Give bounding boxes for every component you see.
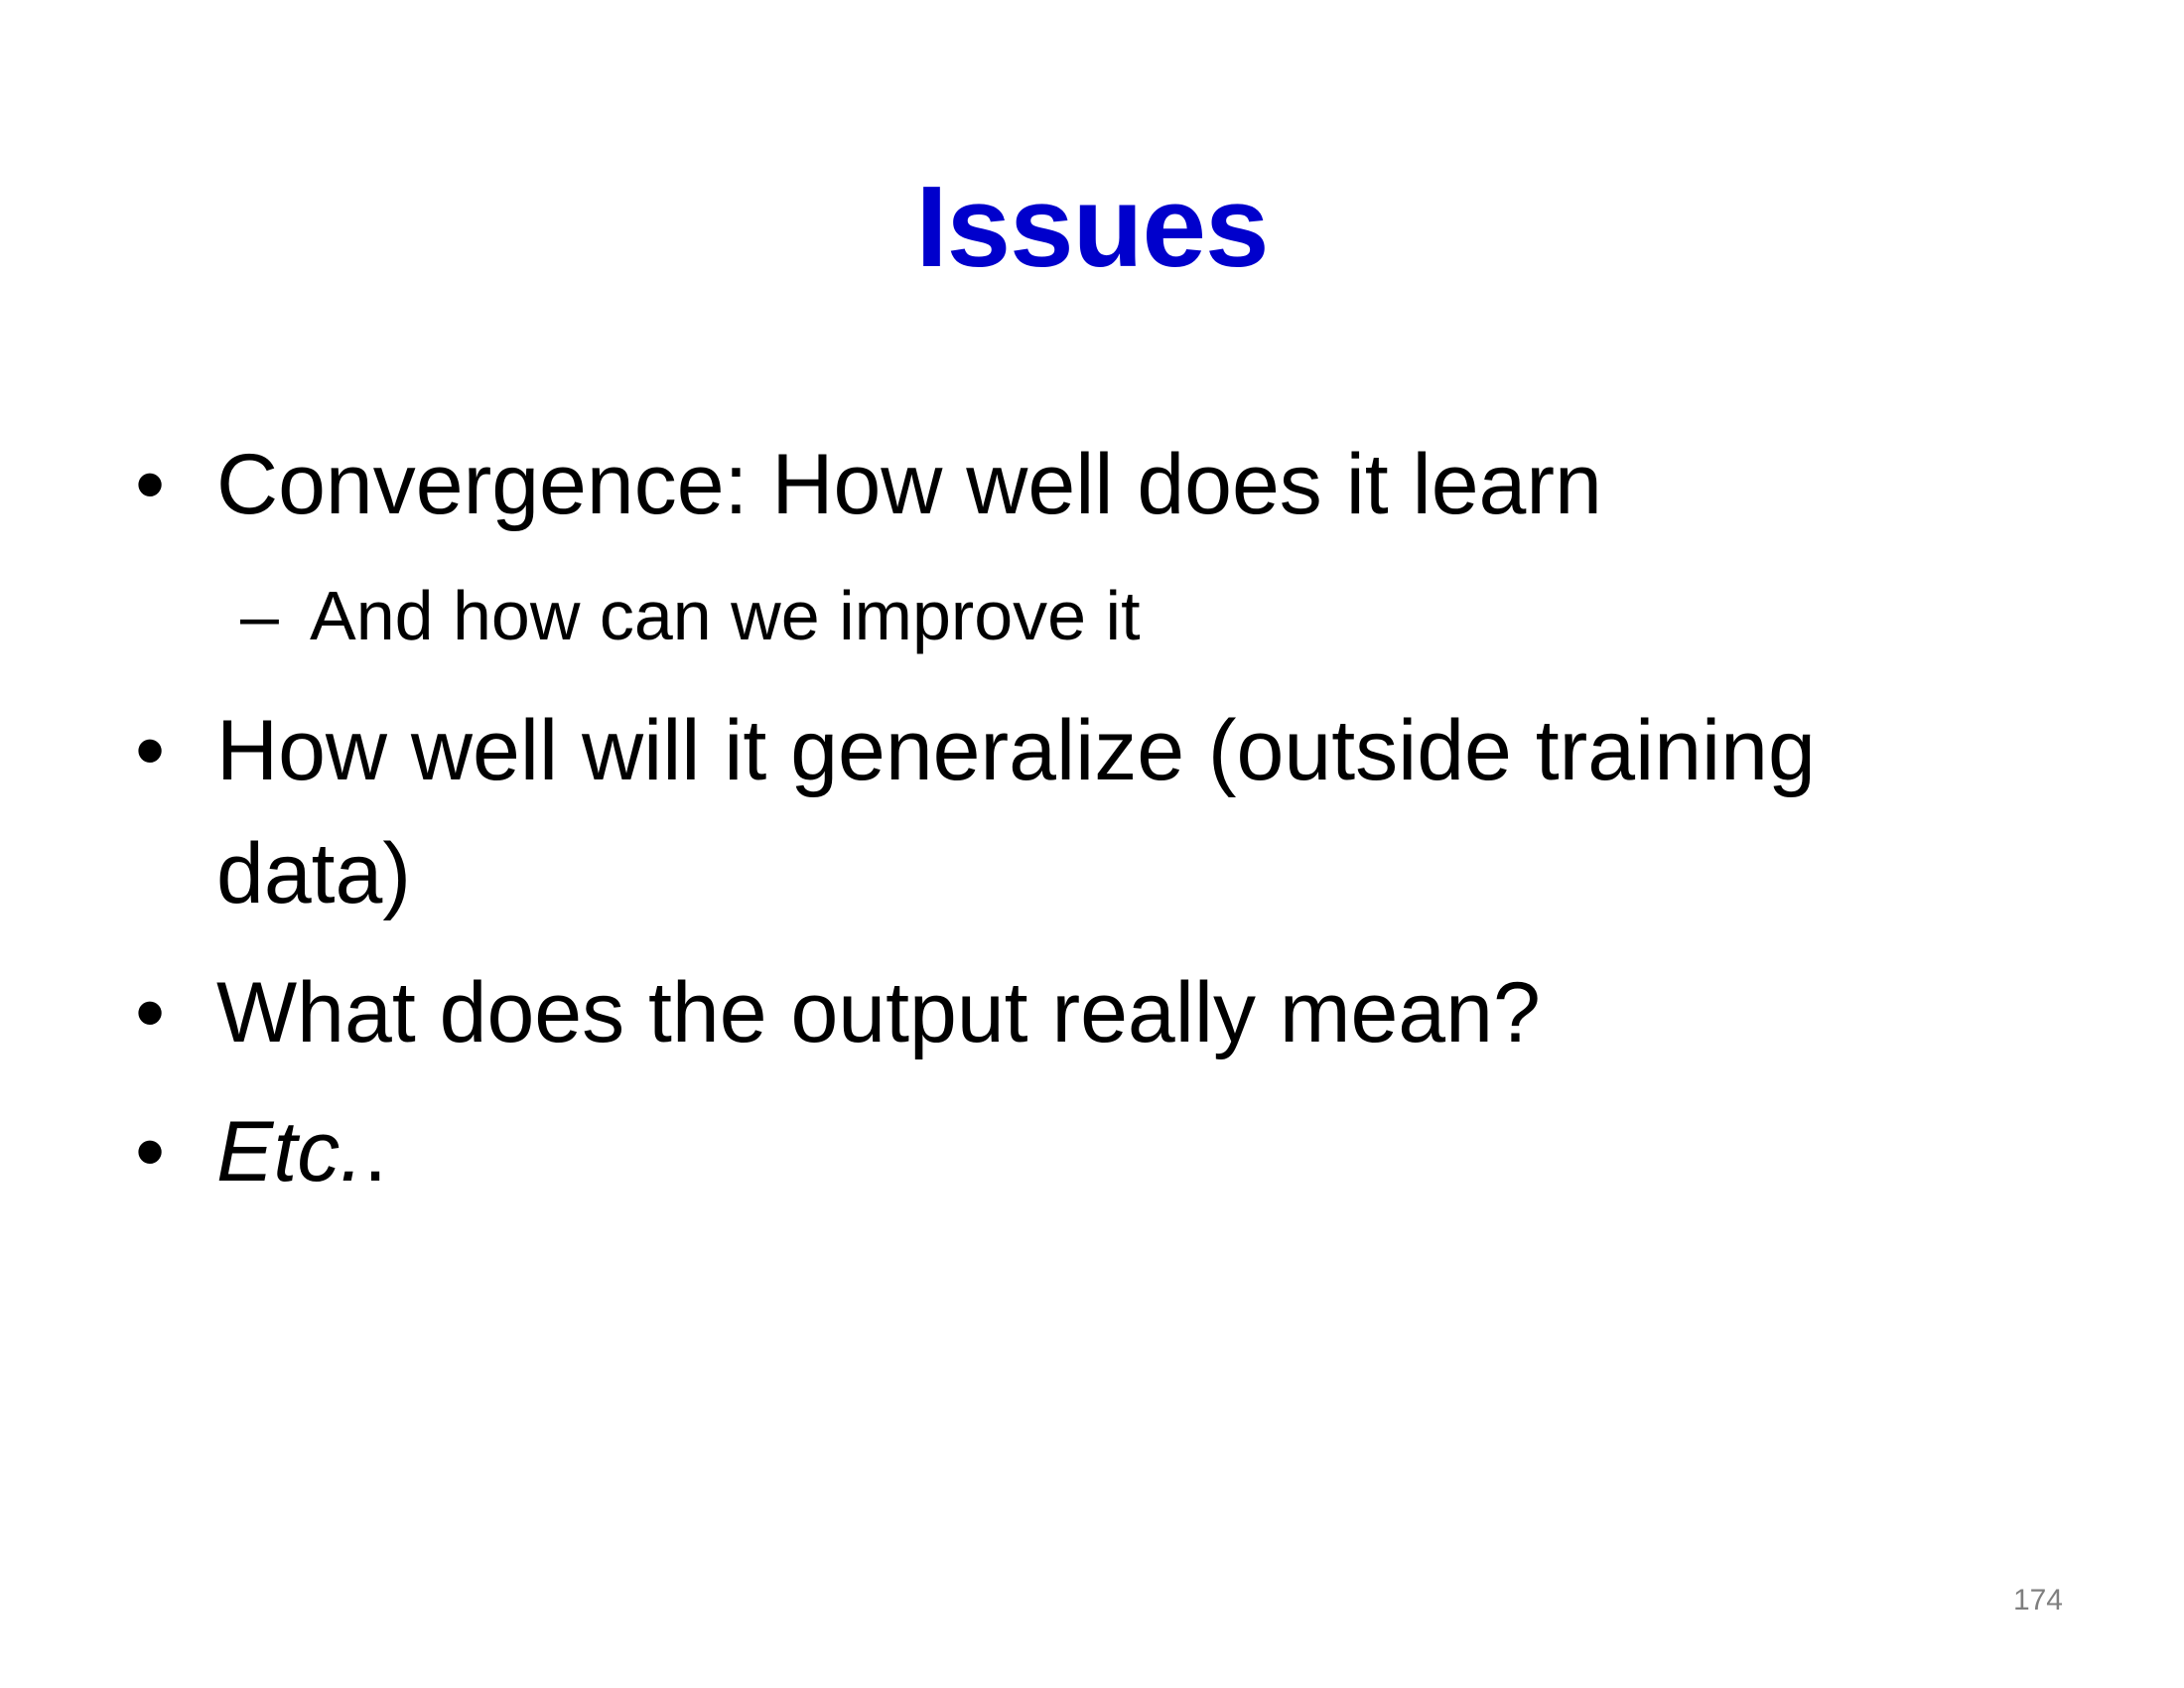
bullet-text: Convergence: How well does it learn (216, 437, 1602, 532)
bullet-text-line-2: data) (216, 826, 412, 921)
bullet-text-suffix: . (363, 1104, 388, 1199)
bullet-marker: • (135, 965, 166, 1060)
page-number: 174 (2012, 1584, 2063, 1617)
slide: Issues • Convergence: How well does it l… (0, 0, 2184, 1688)
bullet-text-italic: Etc. (216, 1104, 364, 1199)
bullet-marker: • (135, 1104, 166, 1199)
bullet-text-line-1: How well will it generalize (outside tra… (216, 703, 1816, 798)
bullet-text: What does the output really mean? (216, 965, 1541, 1060)
slide-title: Issues (915, 162, 1269, 291)
sub-bullet-marker: – (240, 577, 279, 654)
sub-bullet-text: And how can we improve it (310, 577, 1141, 654)
bullet-text: Etc.. (216, 1090, 387, 1213)
bullet-marker: • (135, 703, 166, 798)
bullet-marker: • (135, 437, 166, 532)
